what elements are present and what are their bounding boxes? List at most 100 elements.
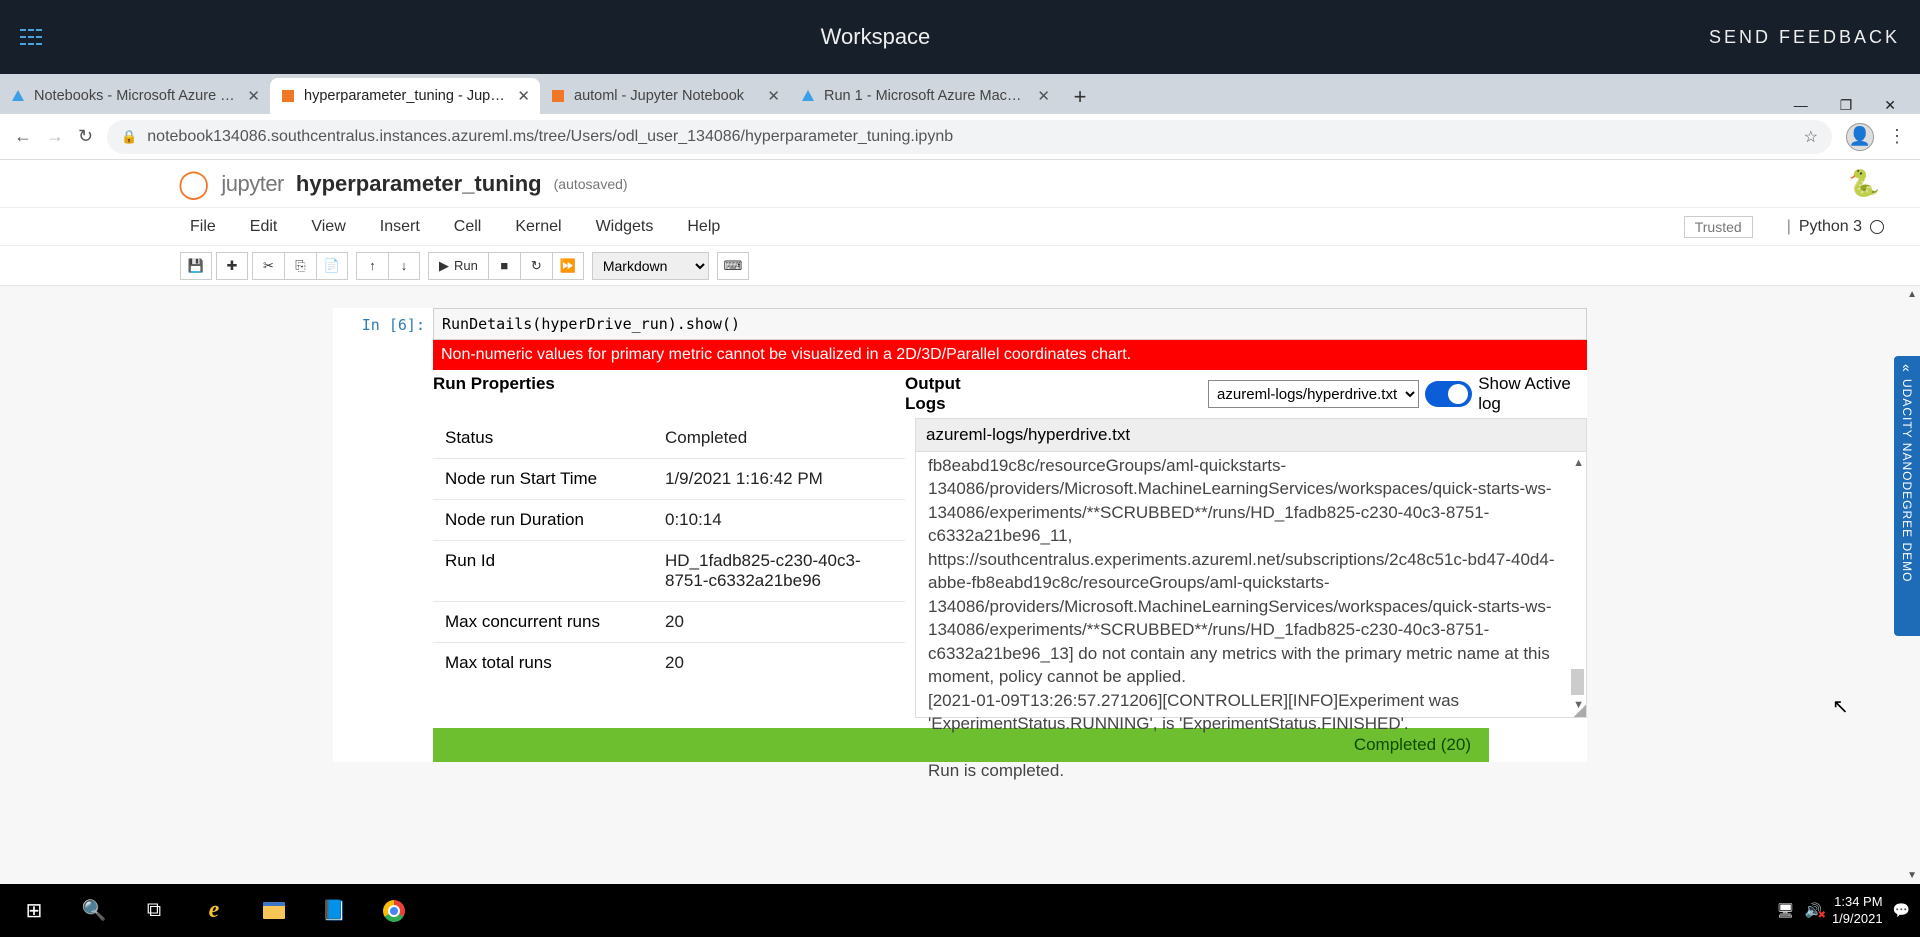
run-properties-table: StatusCompleted Node run Start Time1/9/2… xyxy=(433,418,905,718)
app-button[interactable]: 📘 xyxy=(304,884,364,937)
show-active-log-label: Show Active log xyxy=(1478,374,1587,414)
log-output[interactable]: fb8eabd19c8c/resourceGroups/aml-quicksta… xyxy=(915,452,1587,718)
log-panel: azureml-logs/hyperdrive.txt fb8eabd19c8c… xyxy=(905,418,1587,718)
jupyter-logo-icon[interactable]: ◯ xyxy=(178,170,209,198)
close-icon[interactable]: ✕ xyxy=(767,87,780,105)
menu-edit[interactable]: Edit xyxy=(250,218,278,236)
close-icon[interactable]: ✕ xyxy=(1037,87,1050,105)
new-tab-button[interactable]: + xyxy=(1066,83,1094,111)
forward-button[interactable]: → xyxy=(46,126,64,147)
command-palette-button[interactable]: ⌨ xyxy=(717,252,749,280)
workspace-bar: Workspace SEND FEEDBACK xyxy=(0,0,1920,74)
fast-forward-button[interactable]: ⏩ xyxy=(552,252,584,280)
chrome-button[interactable] xyxy=(364,884,424,937)
scroll-down-icon[interactable]: ▼ xyxy=(1907,870,1917,881)
tab-automl[interactable]: automl - Jupyter Notebook ✕ xyxy=(540,78,790,114)
window-controls: — ❐ ✕ xyxy=(1794,97,1920,114)
send-feedback-button[interactable]: SEND FEEDBACK xyxy=(1709,27,1900,48)
back-button[interactable]: ← xyxy=(14,126,32,147)
reload-button[interactable]: ↻ xyxy=(78,126,93,147)
copy-button[interactable]: ⎘ xyxy=(284,252,316,280)
table-row: Node run Duration0:10:14 xyxy=(433,500,905,541)
close-window-icon[interactable]: ✕ xyxy=(1884,97,1896,114)
profile-button[interactable]: 👤 xyxy=(1846,123,1874,151)
lock-icon[interactable]: 🔒 xyxy=(121,129,137,145)
browser-tab-strip: Notebooks - Microsoft Azure Ma ✕ hyperpa… xyxy=(0,74,1920,114)
menu-help[interactable]: Help xyxy=(687,218,720,236)
code-input[interactable]: RunDetails(hyperDrive_run).show() xyxy=(433,308,1587,340)
table-row: Max total runs20 xyxy=(433,643,905,683)
table-row: Run IdHD_1fadb825-c230-40c3-8751-c6332a2… xyxy=(433,541,905,602)
tray-volume-icon[interactable]: 🔊✖ xyxy=(1805,902,1822,919)
workspace-title: Workspace xyxy=(42,24,1709,50)
maximize-icon[interactable]: ❐ xyxy=(1840,97,1853,114)
menu-view[interactable]: View xyxy=(311,218,345,236)
menu-cell[interactable]: Cell xyxy=(454,218,482,236)
notebook-icon xyxy=(280,88,296,104)
notebook-area: ▲ ▼ In [6]: RunDetails(hyperDrive_run).s… xyxy=(0,286,1920,884)
run-properties-heading: Run Properties xyxy=(433,374,905,414)
udacity-badge[interactable]: « UDACITY NANODEGREE DEMO xyxy=(1894,356,1920,636)
run-button[interactable]: ▶ Run xyxy=(428,252,488,280)
stop-button[interactable]: ■ xyxy=(488,252,520,280)
ie-button[interactable]: e xyxy=(184,884,244,937)
tab-run1-azure[interactable]: Run 1 - Microsoft Azure Machine ✕ xyxy=(790,78,1060,114)
start-button[interactable]: ⊞ xyxy=(4,884,64,937)
menu-file[interactable]: File xyxy=(190,218,216,236)
close-icon[interactable]: ✕ xyxy=(247,87,260,105)
scrollbar-thumb[interactable] xyxy=(1571,669,1584,695)
kernel-status-icon xyxy=(1870,220,1884,234)
show-active-log-toggle[interactable] xyxy=(1425,381,1472,407)
move-up-button[interactable]: ↑ xyxy=(356,252,388,280)
azure-icon xyxy=(800,88,816,104)
notifications-icon[interactable]: 💬 xyxy=(1893,902,1910,919)
kernel-indicator[interactable]: | Python 3 xyxy=(1787,218,1920,236)
cut-button[interactable]: ✂ xyxy=(252,252,284,280)
log-file-select[interactable]: azureml-logs/hyperdrive.txt xyxy=(1208,380,1419,408)
add-cell-button[interactable]: ✚ xyxy=(216,252,248,280)
paste-button[interactable]: 📄 xyxy=(316,252,348,280)
tab-hyperparameter-tuning[interactable]: hyperparameter_tuning - Jupyter ✕ xyxy=(270,78,540,114)
bookmark-icon[interactable]: ☆ xyxy=(1804,127,1818,147)
windows-taskbar: ⊞ 🔍 ⧉ e 📘 🖥 🔊✖ 1:34 PM 1/9/2021 💬 xyxy=(0,884,1920,937)
python-icon[interactable]: 🐍 xyxy=(1848,168,1880,198)
menu-kernel[interactable]: Kernel xyxy=(515,218,561,236)
scroll-up-icon[interactable]: ▲ xyxy=(1573,456,1584,471)
menu-widgets[interactable]: Widgets xyxy=(596,218,654,236)
scroll-up-icon[interactable]: ▲ xyxy=(1907,289,1917,300)
table-row: Node run Start Time1/9/2021 1:16:42 PM xyxy=(433,459,905,500)
menu-icon[interactable] xyxy=(20,29,42,45)
trusted-badge[interactable]: Trusted xyxy=(1684,216,1753,238)
close-icon[interactable]: ✕ xyxy=(517,87,530,105)
task-view-button[interactable]: ⧉ xyxy=(124,884,184,937)
search-button[interactable]: 🔍 xyxy=(64,884,124,937)
file-explorer-button[interactable] xyxy=(244,884,304,937)
save-button[interactable]: 💾 xyxy=(180,252,212,280)
notebook-icon xyxy=(550,88,566,104)
save-status: (autosaved) xyxy=(554,176,628,192)
restart-button[interactable]: ↻ xyxy=(520,252,552,280)
notebook-title[interactable]: hyperparameter_tuning xyxy=(296,171,542,197)
table-row: StatusCompleted xyxy=(433,418,905,459)
browser-menu-button[interactable]: ⋮ xyxy=(1888,126,1906,147)
minimize-icon[interactable]: — xyxy=(1794,97,1808,114)
tray-network-icon[interactable]: 🖥 xyxy=(1777,902,1795,919)
browser-toolbar: ← → ↻ 🔒 notebook134086.southcentralus.in… xyxy=(0,114,1920,160)
cell-prompt: In [6]: xyxy=(333,308,433,340)
log-file-title: azureml-logs/hyperdrive.txt xyxy=(915,418,1587,452)
cell-type-select[interactable]: Markdown xyxy=(592,252,709,280)
clock[interactable]: 1:34 PM 1/9/2021 xyxy=(1832,894,1883,928)
jupyter-menubar: File Edit View Insert Cell Kernel Widget… xyxy=(0,208,1920,246)
code-cell[interactable]: In [6]: RunDetails(hyperDrive_run).show(… xyxy=(333,308,1587,340)
jupyter-toolbar: 💾 ✚ ✂ ⎘ 📄 ↑ ↓ ▶ Run ■ ↻ ⏩ Markdown ⌨ xyxy=(0,246,1920,286)
address-bar[interactable]: 🔒 notebook134086.southcentralus.instance… xyxy=(107,120,1832,154)
move-down-button[interactable]: ↓ xyxy=(388,252,420,280)
cell-output: Non-numeric values for primary metric ca… xyxy=(433,340,1587,762)
tab-notebooks-azure[interactable]: Notebooks - Microsoft Azure Ma ✕ xyxy=(0,78,270,114)
output-logs-heading: Output Logs xyxy=(905,374,997,414)
jupyter-brand[interactable]: jupyter xyxy=(221,171,284,197)
error-banner: Non-numeric values for primary metric ca… xyxy=(433,340,1587,370)
resize-handle-icon[interactable] xyxy=(1574,705,1586,717)
jupyter-header: ◯ jupyter hyperparameter_tuning (autosav… xyxy=(0,160,1920,208)
menu-insert[interactable]: Insert xyxy=(380,218,420,236)
